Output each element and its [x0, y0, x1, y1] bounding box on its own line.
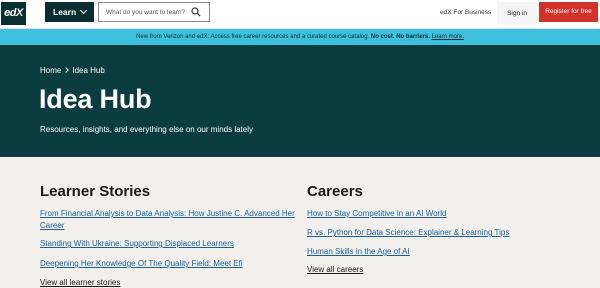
chevron-down-icon [79, 6, 88, 15]
chevron-right-icon [63, 67, 70, 73]
learner-story-link[interactable]: Standing With Ukraine: Supporting Displa… [40, 238, 234, 250]
banner-learn-more-link[interactable]: Learn more. [432, 34, 464, 40]
career-article-link[interactable]: Human Skills in the Age of AI [307, 246, 410, 258]
edx-for-business-link[interactable]: edX For Business [440, 9, 491, 16]
learn-menu-label: Learn [53, 7, 77, 17]
breadcrumb: Home Idea Hub [40, 66, 105, 75]
page-subtitle: Resources, insights, and everything else… [40, 125, 253, 134]
learner-stories-heading: Learner Stories [40, 183, 151, 200]
search-box [98, 2, 210, 22]
learner-story-link[interactable]: Deepening Her Knowledge Of The Quality F… [40, 258, 243, 270]
learn-menu-button[interactable]: Learn [45, 2, 94, 22]
register-button[interactable]: Register for free [539, 2, 598, 22]
career-article-link[interactable]: How to Stay Competitive in an AI World [307, 208, 446, 220]
hero-section: Home Idea Hub Idea Hub Resources, insight… [0, 45, 600, 157]
site-header: edX Learn edX For Business Sign in Regis… [0, 0, 600, 29]
learner-story-link[interactable]: From Financial Analysis to Data Analysis… [40, 208, 302, 232]
careers-heading: Careers [307, 183, 363, 200]
breadcrumb-home-link[interactable]: Home [40, 66, 61, 75]
promo-banner: New from Verizon and edX: Access free ca… [0, 29, 600, 45]
breadcrumb-current: Idea Hub [72, 66, 105, 75]
banner-bold-text: No cost. No barriers. [370, 34, 430, 40]
view-all-careers-link[interactable]: View all careers [307, 265, 363, 274]
career-article-link[interactable]: R vs. Python for Data Science: Explainer… [307, 227, 509, 239]
edx-logo[interactable]: edX [1, 2, 26, 25]
search-input[interactable] [99, 3, 187, 21]
search-icon[interactable] [191, 7, 201, 17]
page-title: Idea Hub [39, 84, 152, 114]
sign-in-button[interactable]: Sign in [497, 2, 537, 25]
view-all-learner-stories-link[interactable]: View all learner stories [40, 278, 120, 287]
banner-text: New from Verizon and edX: Access free ca… [136, 34, 370, 40]
